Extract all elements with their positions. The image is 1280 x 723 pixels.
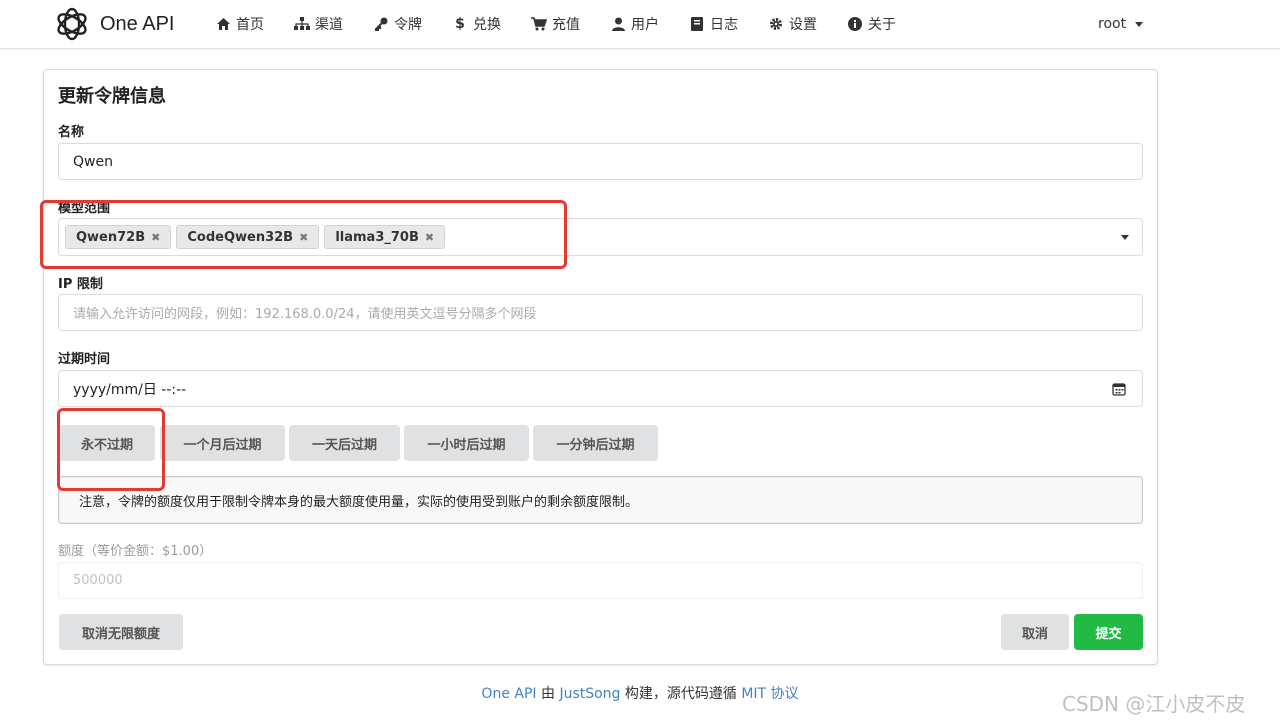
nav-item-logs[interactable]: 日志 (674, 0, 753, 48)
footer-brand-link[interactable]: One API (481, 686, 536, 702)
expire-label: 过期时间 (58, 352, 111, 367)
nav-item-about[interactable]: 关于 (832, 0, 911, 48)
nav-label: 用户 (631, 17, 659, 33)
model-chip: llama3_70B ✖ (324, 225, 446, 249)
nav-label: 日志 (710, 17, 738, 33)
expire-datetime-input[interactable]: yyyy/mm/日 --:-- (58, 370, 1143, 407)
nav-label: 首页 (236, 17, 264, 33)
cart-icon (531, 16, 547, 32)
quota-input: 500000 (58, 562, 1143, 599)
top-navbar: One API 首页 渠道 令牌 $ 兑换 充值 用户 日志 设置 关于 roo… (0, 0, 1280, 49)
expire-one-hour-button[interactable]: 一小时后过期 (404, 425, 529, 461)
username: root (1098, 16, 1127, 32)
nav-item-tokens[interactable]: 令牌 (358, 0, 437, 48)
calendar-icon[interactable] (1112, 382, 1126, 396)
models-label: 模型范围 (58, 201, 111, 216)
gear-icon (768, 16, 784, 32)
nav-label: 兑换 (473, 17, 501, 33)
cancel-button[interactable]: 取消 (1001, 614, 1069, 650)
info-icon (847, 16, 863, 32)
nav-label: 设置 (789, 17, 817, 33)
model-chip-label: CodeQwen32B (187, 229, 294, 245)
expire-one-month-button[interactable]: 一个月后过期 (160, 425, 285, 461)
book-icon (689, 16, 705, 32)
remove-icon[interactable]: ✖ (425, 231, 434, 244)
nav-item-home[interactable]: 首页 (200, 0, 279, 48)
remove-icon[interactable]: ✖ (299, 231, 308, 244)
brand-name: One API (100, 12, 175, 35)
model-chip-label: llama3_70B (335, 229, 419, 245)
sitemap-icon (294, 16, 310, 32)
page-title: 更新令牌信息 (58, 86, 166, 107)
nav-label: 令牌 (394, 17, 422, 33)
token-edit-card: 更新令牌信息 名称 Qwen 模型范围 Qwen72B ✖ CodeQwen32… (43, 69, 1158, 665)
name-label: 名称 (58, 125, 85, 140)
model-chip-label: Qwen72B (76, 229, 146, 245)
never-expire-button[interactable]: 永不过期 (59, 425, 155, 461)
expire-value: yyyy/mm/日 --:-- (73, 381, 187, 398)
cancel-unlimited-quota-button[interactable]: 取消无限额度 (59, 614, 183, 650)
user-icon (610, 16, 626, 32)
name-input[interactable]: Qwen (58, 143, 1143, 180)
footer-license-link[interactable]: MIT 协议 (741, 686, 798, 702)
nav-label: 充值 (552, 17, 580, 33)
key-icon (373, 16, 389, 32)
user-menu[interactable]: root (1098, 0, 1144, 48)
chevron-down-icon (1135, 21, 1144, 27)
nav-label: 关于 (868, 17, 896, 33)
nav-item-redeem[interactable]: $ 兑换 (437, 0, 516, 48)
nav-label: 渠道 (315, 17, 343, 33)
nav-item-topup[interactable]: 充值 (516, 0, 595, 48)
brand[interactable]: One API (54, 6, 175, 42)
watermark: CSDN @江小皮不皮 (1062, 692, 1246, 716)
ip-limit-input[interactable]: 请输入允许访问的网段，例如：192.168.0.0/24，请使用英文逗号分隔多个… (58, 294, 1143, 331)
nav-item-users[interactable]: 用户 (595, 0, 674, 48)
nav-item-settings[interactable]: 设置 (753, 0, 832, 48)
dropdown-arrow-icon[interactable] (1121, 235, 1129, 240)
main-nav: 首页 渠道 令牌 $ 兑换 充值 用户 日志 设置 关于 (200, 0, 911, 48)
ip-limit-label: IP 限制 (58, 277, 103, 292)
footer-text: 构建，源代码遵循 (620, 686, 742, 702)
openai-logo-icon (57, 7, 87, 41)
footer-author-link[interactable]: JustSong (559, 686, 620, 702)
quota-notice: 注意，令牌的额度仅用于限制令牌本身的最大额度使用量，实际的使用受到账户的剩余额度… (58, 476, 1143, 524)
model-chip: Qwen72B ✖ (65, 225, 172, 249)
nav-item-channels[interactable]: 渠道 (279, 0, 358, 48)
quota-label: 额度（等价金额：$1.00） (58, 544, 213, 559)
models-multiselect[interactable]: Qwen72B ✖ CodeQwen32B ✖ llama3_70B ✖ (58, 218, 1143, 256)
footer-text: 由 (536, 686, 560, 702)
expire-one-day-button[interactable]: 一天后过期 (289, 425, 400, 461)
submit-button[interactable]: 提交 (1074, 614, 1143, 650)
model-chip: CodeQwen32B ✖ (176, 225, 320, 249)
dollar-icon: $ (455, 16, 465, 32)
remove-icon[interactable]: ✖ (151, 231, 160, 244)
expire-one-minute-button[interactable]: 一分钟后过期 (533, 425, 658, 461)
home-icon (215, 16, 231, 32)
